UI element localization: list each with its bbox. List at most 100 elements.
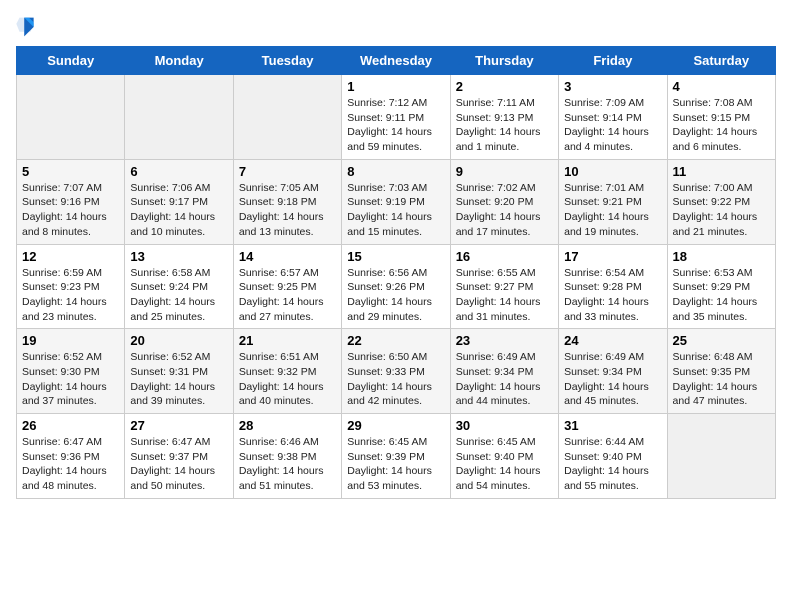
day-info: Sunrise: 6:50 AMSunset: 9:33 PMDaylight:… (347, 350, 444, 409)
day-number: 5 (22, 164, 119, 179)
day-info: Sunrise: 6:45 AMSunset: 9:40 PMDaylight:… (456, 435, 553, 494)
day-info: Sunrise: 6:52 AMSunset: 9:31 PMDaylight:… (130, 350, 227, 409)
day-number: 6 (130, 164, 227, 179)
day-info: Sunrise: 6:49 AMSunset: 9:34 PMDaylight:… (564, 350, 661, 409)
day-number: 29 (347, 418, 444, 433)
calendar-cell: 16 Sunrise: 6:55 AMSunset: 9:27 PMDayligh… (450, 244, 558, 329)
calendar-cell: 15 Sunrise: 6:56 AMSunset: 9:26 PMDayligh… (342, 244, 450, 329)
day-number: 18 (673, 249, 770, 264)
day-info: Sunrise: 7:00 AMSunset: 9:22 PMDaylight:… (673, 181, 770, 240)
calendar-cell: 25 Sunrise: 6:48 AMSunset: 9:35 PMDayligh… (667, 329, 775, 414)
day-info: Sunrise: 6:48 AMSunset: 9:35 PMDaylight:… (673, 350, 770, 409)
calendar-cell: 18 Sunrise: 6:53 AMSunset: 9:29 PMDayligh… (667, 244, 775, 329)
calendar-cell (17, 75, 125, 160)
calendar-cell: 11 Sunrise: 7:00 AMSunset: 9:22 PMDayligh… (667, 159, 775, 244)
calendar-week-row: 26 Sunrise: 6:47 AMSunset: 9:36 PMDayligh… (17, 414, 776, 499)
day-number: 13 (130, 249, 227, 264)
day-number: 26 (22, 418, 119, 433)
calendar-cell: 24 Sunrise: 6:49 AMSunset: 9:34 PMDayligh… (559, 329, 667, 414)
calendar-cell: 26 Sunrise: 6:47 AMSunset: 9:36 PMDayligh… (17, 414, 125, 499)
calendar-cell: 20 Sunrise: 6:52 AMSunset: 9:31 PMDayligh… (125, 329, 233, 414)
calendar-cell: 19 Sunrise: 6:52 AMSunset: 9:30 PMDayligh… (17, 329, 125, 414)
day-number: 27 (130, 418, 227, 433)
calendar-cell: 6 Sunrise: 7:06 AMSunset: 9:17 PMDaylight… (125, 159, 233, 244)
calendar-cell: 17 Sunrise: 6:54 AMSunset: 9:28 PMDayligh… (559, 244, 667, 329)
calendar-cell: 28Sunrise: 6:46 AMSunset: 9:38 PMDayligh… (233, 414, 341, 499)
day-info: Sunrise: 6:49 AMSunset: 9:34 PMDaylight:… (456, 350, 553, 409)
day-info: Sunrise: 6:45 AMSunset: 9:39 PMDaylight:… (347, 435, 444, 494)
calendar-cell: 10 Sunrise: 7:01 AMSunset: 9:21 PMDayligh… (559, 159, 667, 244)
calendar-cell: 8 Sunrise: 7:03 AMSunset: 9:19 PMDaylight… (342, 159, 450, 244)
day-info: Sunrise: 6:44 AMSunset: 9:40 PMDaylight:… (564, 435, 661, 494)
calendar-cell: 23 Sunrise: 6:49 AMSunset: 9:34 PMDayligh… (450, 329, 558, 414)
day-info: Sunrise: 6:47 AMSunset: 9:37 PMDaylight:… (130, 435, 227, 494)
day-number: 30 (456, 418, 553, 433)
day-info: Sunrise: 6:51 AMSunset: 9:32 PMDaylight:… (239, 350, 336, 409)
day-info: Sunrise: 6:55 AMSunset: 9:27 PMDaylight:… (456, 266, 553, 325)
weekday-saturday: Saturday (667, 47, 775, 75)
day-info: Sunrise: 7:08 AMSunset: 9:15 PMDaylight:… (673, 96, 770, 155)
day-number: 8 (347, 164, 444, 179)
day-number: 17 (564, 249, 661, 264)
calendar-cell: 27 Sunrise: 6:47 AMSunset: 9:37 PMDayligh… (125, 414, 233, 499)
day-number: 16 (456, 249, 553, 264)
day-number: 10 (564, 164, 661, 179)
day-info: Sunrise: 7:01 AMSunset: 9:21 PMDaylight:… (564, 181, 661, 240)
day-number: 19 (22, 333, 119, 348)
day-number: 31 (564, 418, 661, 433)
calendar-cell (233, 75, 341, 160)
day-number: 21 (239, 333, 336, 348)
day-number: 2 (456, 79, 553, 94)
weekday-header-row: SundayMondayTuesdayWednesdayThursdayFrid… (17, 47, 776, 75)
calendar-week-row: 5Sunrise: 7:07 AMSunset: 9:16 PMDaylight… (17, 159, 776, 244)
day-info: Sunrise: 7:06 AMSunset: 9:17 PMDaylight:… (130, 181, 227, 240)
calendar-cell: 21 Sunrise: 6:51 AMSunset: 9:32 PMDayligh… (233, 329, 341, 414)
calendar-cell (667, 414, 775, 499)
day-info: Sunrise: 6:53 AMSunset: 9:29 PMDaylight:… (673, 266, 770, 325)
day-info: Sunrise: 7:11 AMSunset: 9:13 PMDaylight:… (456, 96, 553, 155)
day-number: 7 (239, 164, 336, 179)
logo (16, 16, 36, 38)
calendar-cell: 22 Sunrise: 6:50 AMSunset: 9:33 PMDayligh… (342, 329, 450, 414)
day-info: Sunrise: 6:54 AMSunset: 9:28 PMDaylight:… (564, 266, 661, 325)
calendar-cell: 9Sunrise: 7:02 AMSunset: 9:20 PMDaylight… (450, 159, 558, 244)
calendar-week-row: 1Sunrise: 7:12 AMSunset: 9:11 PMDaylight… (17, 75, 776, 160)
day-info: Sunrise: 7:02 AMSunset: 9:20 PMDaylight:… (456, 181, 553, 240)
day-info: Sunrise: 6:57 AMSunset: 9:25 PMDaylight:… (239, 266, 336, 325)
day-info: Sunrise: 7:09 AMSunset: 9:14 PMDaylight:… (564, 96, 661, 155)
calendar-cell: 1Sunrise: 7:12 AMSunset: 9:11 PMDaylight… (342, 75, 450, 160)
calendar-cell: 14Sunrise: 6:57 AMSunset: 9:25 PMDayligh… (233, 244, 341, 329)
calendar-cell (125, 75, 233, 160)
day-info: Sunrise: 6:46 AMSunset: 9:38 PMDaylight:… (239, 435, 336, 494)
page-header (16, 16, 776, 38)
calendar-cell: 13 Sunrise: 6:58 AMSunset: 9:24 PMDayligh… (125, 244, 233, 329)
day-number: 11 (673, 164, 770, 179)
weekday-tuesday: Tuesday (233, 47, 341, 75)
day-info: Sunrise: 6:52 AMSunset: 9:30 PMDaylight:… (22, 350, 119, 409)
day-number: 25 (673, 333, 770, 348)
calendar-cell: 3Sunrise: 7:09 AMSunset: 9:14 PMDaylight… (559, 75, 667, 160)
day-number: 12 (22, 249, 119, 264)
calendar-cell: 2 Sunrise: 7:11 AMSunset: 9:13 PMDaylight… (450, 75, 558, 160)
day-number: 4 (673, 79, 770, 94)
day-info: Sunrise: 6:56 AMSunset: 9:26 PMDaylight:… (347, 266, 444, 325)
calendar-cell: 4 Sunrise: 7:08 AMSunset: 9:15 PMDaylight… (667, 75, 775, 160)
weekday-friday: Friday (559, 47, 667, 75)
day-info: Sunrise: 6:58 AMSunset: 9:24 PMDaylight:… (130, 266, 227, 325)
day-number: 22 (347, 333, 444, 348)
calendar-week-row: 12 Sunrise: 6:59 AMSunset: 9:23 PMDayligh… (17, 244, 776, 329)
calendar-cell: 31 Sunrise: 6:44 AMSunset: 9:40 PMDayligh… (559, 414, 667, 499)
day-info: Sunrise: 6:47 AMSunset: 9:36 PMDaylight:… (22, 435, 119, 494)
calendar-cell: 5Sunrise: 7:07 AMSunset: 9:16 PMDaylight… (17, 159, 125, 244)
day-info: Sunrise: 7:03 AMSunset: 9:19 PMDaylight:… (347, 181, 444, 240)
calendar-cell: 29 Sunrise: 6:45 AMSunset: 9:39 PMDayligh… (342, 414, 450, 499)
day-info: Sunrise: 6:59 AMSunset: 9:23 PMDaylight:… (22, 266, 119, 325)
calendar-week-row: 19 Sunrise: 6:52 AMSunset: 9:30 PMDayligh… (17, 329, 776, 414)
day-number: 15 (347, 249, 444, 264)
calendar-cell: 30 Sunrise: 6:45 AMSunset: 9:40 PMDayligh… (450, 414, 558, 499)
day-number: 23 (456, 333, 553, 348)
day-number: 24 (564, 333, 661, 348)
day-number: 1 (347, 79, 444, 94)
day-number: 20 (130, 333, 227, 348)
day-info: Sunrise: 7:05 AMSunset: 9:18 PMDaylight:… (239, 181, 336, 240)
